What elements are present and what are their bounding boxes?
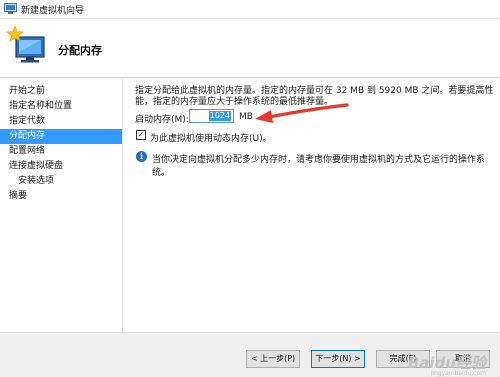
sidebar-item-name-location[interactable]: 指定名称和位置 — [0, 99, 122, 114]
sidebar-item-label: 配置网络 — [9, 146, 46, 156]
info-icon: i — [136, 151, 147, 162]
sidebar-item-before-you-begin[interactable]: 开始之前 — [0, 84, 122, 99]
dynamic-memory-checkbox[interactable]: ✓ — [136, 130, 146, 140]
virtual-machine-icon — [4, 3, 17, 14]
sidebar-item-label: 指定代数 — [9, 116, 46, 126]
startup-memory-value: 1024 — [208, 111, 231, 121]
sidebar-item-generation[interactable]: 指定代数 — [0, 114, 122, 129]
previous-button[interactable]: < 上一步(P) — [246, 350, 300, 368]
red-arrow-annotation — [255, 103, 349, 123]
sidebar-item-networking[interactable]: 配置网络 — [0, 144, 122, 159]
sidebar-item-label: 摘要 — [9, 191, 28, 201]
startup-memory-label: 启动内存(M): — [135, 115, 189, 125]
wizard-header: 分配内存 — [0, 19, 500, 78]
sidebar-item-label: 连接虚拟硬盘 — [9, 161, 64, 171]
page-title: 分配内存 — [58, 44, 102, 57]
startup-memory-input[interactable]: 1024 — [189, 109, 234, 123]
title-bar: 新建虚拟机向导 — [0, 0, 500, 19]
info-text: 当你决定向虚拟机分配多少内存时，请考虑你要使用虚拟机的方式及它运行的操作系统。 — [152, 155, 486, 178]
sidebar-item-virtual-hard-disk[interactable]: 连接虚拟硬盘 — [0, 159, 122, 174]
sidebar-item-assign-memory[interactable]: 分配内存 — [0, 129, 122, 144]
monitor-star-icon — [6, 25, 45, 63]
sidebar-item-installation-options[interactable]: 安装选项 — [0, 174, 122, 189]
next-button[interactable]: 下一步(N) > — [311, 350, 365, 368]
wizard-footer: < 上一步(P) 下一步(N) > 完成(F) 取消 Baidu经验 jingy… — [0, 332, 500, 377]
sidebar-item-summary[interactable]: 摘要 — [0, 189, 122, 204]
sidebar-item-label: 指定名称和位置 — [9, 101, 73, 111]
dynamic-memory-label[interactable]: 为此虚拟机使用动态内存(U)。 — [150, 131, 272, 144]
window-title: 新建虚拟机向导 — [21, 6, 85, 16]
sidebar-item-label: 分配内存 — [9, 131, 46, 141]
sidebar-item-label: 开始之前 — [9, 86, 46, 96]
sidebar-item-label: 安装选项 — [18, 176, 55, 186]
wizard-steps-sidebar: 开始之前 指定名称和位置 指定代数 分配内存 配置网络 连接虚拟硬盘 安装选项 … — [0, 78, 123, 332]
main-content: 指定分配给此虚拟机的内存量。指定的内存量可在 32 MB 到 5920 MB 之… — [123, 78, 500, 332]
